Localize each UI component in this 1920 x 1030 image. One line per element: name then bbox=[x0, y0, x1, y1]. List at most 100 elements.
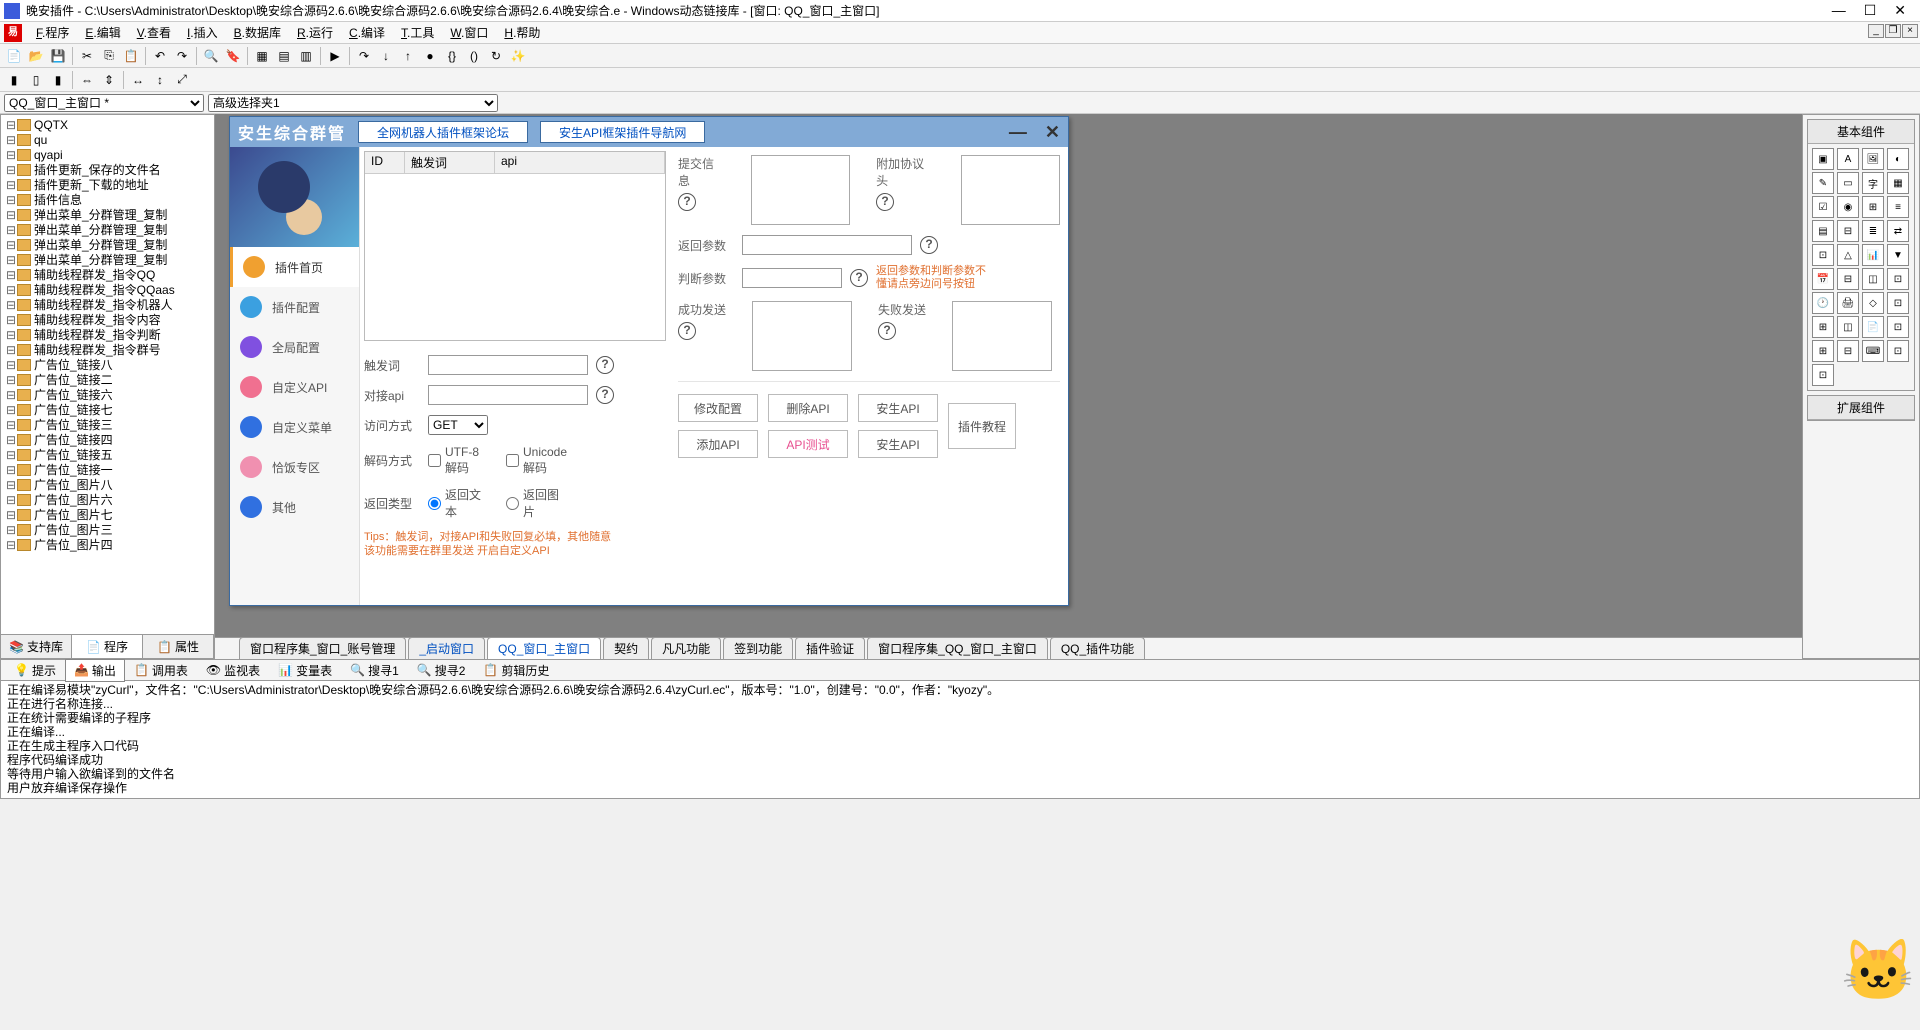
minimize-button[interactable]: — bbox=[1832, 2, 1846, 19]
tree-node[interactable]: ⊟广告位_链接一 bbox=[29, 462, 214, 477]
method-select[interactable]: GET bbox=[428, 415, 488, 435]
palette-component-32[interactable]: ⊞ bbox=[1812, 340, 1834, 362]
open-button[interactable]: 📂 bbox=[26, 46, 46, 66]
palette-component-16[interactable]: ⊡ bbox=[1812, 244, 1834, 266]
tree-node[interactable]: ⊟广告位_链接七 bbox=[29, 402, 214, 417]
designed-minimize-button[interactable]: — bbox=[1009, 122, 1027, 143]
grid2-button[interactable]: ▤ bbox=[274, 46, 294, 66]
palette-component-21[interactable]: ⊟ bbox=[1837, 268, 1859, 290]
breakpoint-button[interactable]: ● bbox=[420, 46, 440, 66]
menu-item-5[interactable]: R.运行 bbox=[289, 22, 341, 43]
tutorial-button[interactable]: 插件教程 bbox=[948, 403, 1016, 449]
menu-item-3[interactable]: I.插入 bbox=[179, 22, 226, 43]
palette-component-12[interactable]: ▤ bbox=[1812, 220, 1834, 242]
designer-tab-5[interactable]: 签到功能 bbox=[723, 637, 793, 659]
delete-api-button[interactable]: 删除API bbox=[768, 394, 848, 422]
output-tab-5[interactable]: 🔍搜寻1 bbox=[341, 659, 408, 682]
output-tab-7[interactable]: 📋剪辑历史 bbox=[474, 659, 558, 682]
find-button[interactable]: 🔍 bbox=[201, 46, 221, 66]
palette-component-30[interactable]: 📄 bbox=[1862, 316, 1884, 338]
tree-node[interactable]: ⊟广告位_图片八 bbox=[29, 477, 214, 492]
menu-item-4[interactable]: B.数据库 bbox=[226, 22, 289, 43]
designer-tab-6[interactable]: 插件验证 bbox=[795, 637, 865, 659]
tree-node[interactable]: ⊟辅助线程群发_指令QQ bbox=[29, 267, 214, 282]
align-center-button[interactable]: ▯ bbox=[26, 70, 46, 90]
designer-tab-7[interactable]: 窗口程序集_QQ_窗口_主窗口 bbox=[867, 637, 1048, 659]
palette-component-36[interactable]: ⊡ bbox=[1812, 364, 1834, 386]
judgeparam-input[interactable] bbox=[742, 268, 842, 288]
step-over-button[interactable]: ↷ bbox=[354, 46, 374, 66]
add-api-button[interactable]: 添加API bbox=[678, 430, 758, 458]
tree-node[interactable]: ⊟辅助线程群发_指令群号 bbox=[29, 342, 214, 357]
submit-textarea[interactable] bbox=[751, 155, 850, 225]
menu-item-6[interactable]: C.编译 bbox=[341, 22, 393, 43]
tree-node[interactable]: ⊟广告位_链接六 bbox=[29, 387, 214, 402]
palette-component-9[interactable]: ◉ bbox=[1837, 196, 1859, 218]
palette-component-13[interactable]: ⊟ bbox=[1837, 220, 1859, 242]
tree-node[interactable]: ⊟辅助线程群发_指令机器人 bbox=[29, 297, 214, 312]
trigger-help-icon[interactable]: ? bbox=[596, 356, 614, 374]
designer-tab-2[interactable]: QQ_窗口_主窗口 bbox=[487, 637, 601, 659]
palette-component-19[interactable]: ▼ bbox=[1887, 244, 1909, 266]
header-help-icon[interactable]: ? bbox=[876, 193, 894, 211]
unicode-checkbox[interactable]: Unicode解码 bbox=[506, 445, 562, 476]
tree-node[interactable]: ⊟广告位_图片六 bbox=[29, 492, 214, 507]
ansheng-api-button-1[interactable]: 安生API bbox=[858, 394, 938, 422]
designer-tab-8[interactable]: QQ_插件功能 bbox=[1050, 637, 1145, 659]
tree-node[interactable]: ⊟广告位_图片七 bbox=[29, 507, 214, 522]
menu-item-9[interactable]: H.帮助 bbox=[496, 22, 548, 43]
sidebar-item-0[interactable]: 插件首页 bbox=[230, 247, 359, 287]
palette-component-7[interactable]: ▦ bbox=[1887, 172, 1909, 194]
palette-component-22[interactable]: ◫ bbox=[1862, 268, 1884, 290]
palette-component-5[interactable]: ▭ bbox=[1837, 172, 1859, 194]
mdi-minimize-button[interactable]: _ bbox=[1868, 24, 1884, 38]
palette-component-15[interactable]: ⇄ bbox=[1887, 220, 1909, 242]
menu-item-2[interactable]: V.查看 bbox=[129, 22, 179, 43]
palette-component-27[interactable]: ⊡ bbox=[1887, 292, 1909, 314]
designer-tab-3[interactable]: 契约 bbox=[603, 637, 649, 659]
palette-component-28[interactable]: ⊞ bbox=[1812, 316, 1834, 338]
retparam-help-icon[interactable]: ? bbox=[920, 236, 938, 254]
tab-properties[interactable]: 📋 属性 bbox=[143, 635, 214, 658]
designer-tab-4[interactable]: 凡凡功能 bbox=[651, 637, 721, 659]
redo-button[interactable]: ↷ bbox=[172, 46, 192, 66]
step-into-button[interactable]: ↓ bbox=[376, 46, 396, 66]
tree-node[interactable]: ⊟插件更新_下载的地址 bbox=[29, 177, 214, 192]
fail-textarea[interactable] bbox=[952, 301, 1052, 371]
menu-item-1[interactable]: E.编辑 bbox=[77, 22, 128, 43]
menu-item-8[interactable]: W.窗口 bbox=[442, 22, 496, 43]
api-test-button[interactable]: API测试 bbox=[768, 430, 848, 458]
trigger-input[interactable] bbox=[428, 355, 588, 375]
project-tree[interactable]: ⊟QQTX⊟qu⊟qyapi⊟插件更新_保存的文件名⊟插件更新_下载的地址⊟插件… bbox=[1, 115, 214, 634]
menu-item-0[interactable]: F.程序 bbox=[28, 22, 77, 43]
palette-component-1[interactable]: A bbox=[1837, 148, 1859, 170]
output-tab-6[interactable]: 🔍搜寻2 bbox=[408, 659, 475, 682]
retparam-input[interactable] bbox=[742, 235, 912, 255]
palette-component-25[interactable]: 🖨 bbox=[1837, 292, 1859, 314]
tree-node[interactable]: ⊟辅助线程群发_指令判断 bbox=[29, 327, 214, 342]
api-input[interactable] bbox=[428, 385, 588, 405]
modify-config-button[interactable]: 修改配置 bbox=[678, 394, 758, 422]
palette-component-35[interactable]: ⊡ bbox=[1887, 340, 1909, 362]
submit-help-icon[interactable]: ? bbox=[678, 193, 696, 211]
palette-component-2[interactable]: 🖼 bbox=[1862, 148, 1884, 170]
tab-support-lib[interactable]: 📚 支持库 bbox=[1, 635, 72, 658]
output-tab-0[interactable]: 💡提示 bbox=[5, 659, 65, 682]
tree-node[interactable]: ⊟弹出菜单_分群管理_复制 bbox=[29, 237, 214, 252]
window-selector[interactable]: QQ_窗口_主窗口 * bbox=[4, 94, 204, 112]
nav-link-button[interactable]: 安生API框架插件导航网 bbox=[540, 121, 705, 143]
tree-node[interactable]: ⊟广告位_链接四 bbox=[29, 432, 214, 447]
tree-node[interactable]: ⊟弹出菜单_分群管理_复制 bbox=[29, 222, 214, 237]
palette-component-8[interactable]: ☑ bbox=[1812, 196, 1834, 218]
api-list-table[interactable]: ID 触发词 api bbox=[364, 151, 666, 341]
designer-canvas[interactable]: 安生综合群管 全网机器人插件框架论坛 安生API框架插件导航网 — ✕ 插件首页… bbox=[215, 114, 1802, 659]
tree-node[interactable]: ⊟qyapi bbox=[29, 147, 214, 162]
undo-button[interactable]: ↶ bbox=[150, 46, 170, 66]
size-both-button[interactable]: ⤢ bbox=[172, 70, 192, 90]
size-w-button[interactable]: ↔ bbox=[128, 70, 148, 90]
tree-node[interactable]: ⊟辅助线程群发_指令内容 bbox=[29, 312, 214, 327]
tree-node[interactable]: ⊟qu bbox=[29, 132, 214, 147]
align-right-button[interactable]: ▮ bbox=[48, 70, 68, 90]
palette-component-3[interactable]: ◐ bbox=[1887, 148, 1909, 170]
output-tab-4[interactable]: 📊变量表 bbox=[269, 659, 341, 682]
